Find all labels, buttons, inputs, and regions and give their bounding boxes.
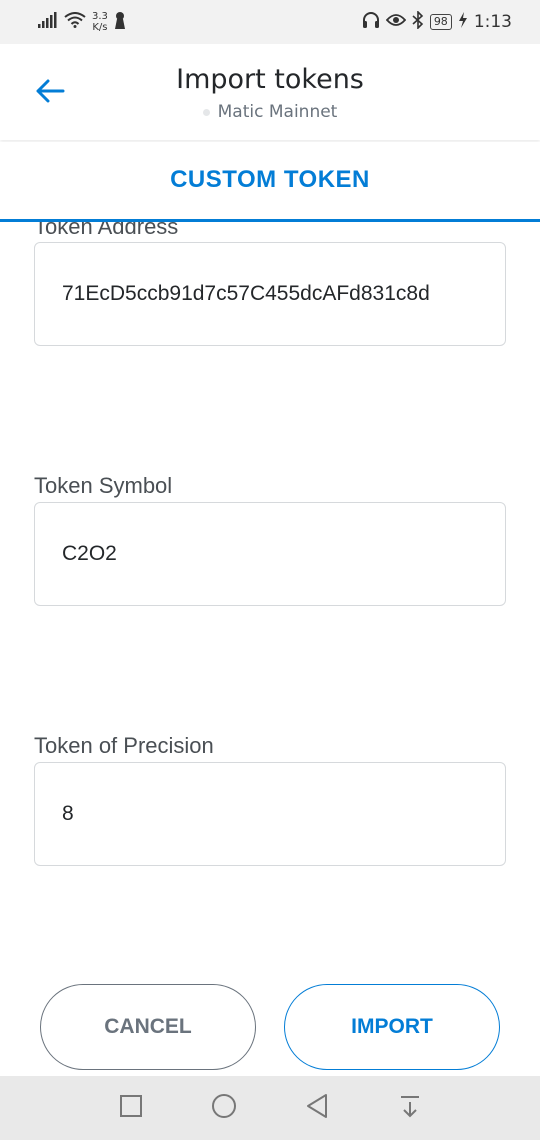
triangle-back-icon: [305, 1093, 329, 1123]
square-icon: [119, 1094, 143, 1122]
cancel-button[interactable]: CANCEL: [40, 984, 256, 1070]
keyhole-icon: [114, 11, 126, 33]
clock: 1:13: [473, 12, 512, 32]
bluetooth-icon: [412, 10, 424, 33]
circle-icon: [211, 1093, 237, 1123]
network-speed: 3.3 K/s: [92, 11, 108, 33]
status-left: 3.3 K/s: [38, 11, 126, 33]
tab-label: CUSTOM TOKEN: [170, 166, 370, 193]
eye-icon: [385, 12, 407, 32]
token-symbol-field[interactable]: C2O2: [34, 502, 506, 606]
back-nav-button[interactable]: [302, 1093, 332, 1123]
network-indicator: Matic Mainnet: [0, 102, 540, 122]
system-nav-bar: [0, 1076, 540, 1140]
page-title: Import tokens: [176, 64, 364, 95]
battery-indicator: 98: [429, 14, 452, 30]
network-status-dot: [202, 108, 210, 116]
token-precision-field[interactable]: 8: [34, 762, 506, 866]
tab-custom-token[interactable]: CUSTOM TOKEN: [0, 142, 540, 222]
pull-down-icon: [399, 1094, 421, 1122]
speed-value: 3.3: [92, 11, 108, 22]
network-name: Matic Mainnet: [217, 102, 338, 122]
token-precision-label: Token of Precision: [34, 733, 214, 758]
headphones-icon: [362, 11, 380, 33]
charging-icon: [458, 12, 468, 32]
token-symbol-label: Token Symbol: [34, 473, 173, 498]
speed-unit: K/s: [92, 22, 108, 33]
signal-icon: [38, 12, 58, 32]
wifi-icon: [64, 12, 86, 32]
recent-apps-button[interactable]: [116, 1093, 146, 1123]
import-form[interactable]: Token Address 71EcD5ccb91d7c57C455dcAFd8…: [0, 222, 540, 977]
app-header: Import tokens Matic Mainnet: [0, 44, 540, 140]
token-address-label: Token Address: [34, 222, 179, 239]
status-bar: 3.3 K/s 98 1:13: [0, 0, 540, 44]
home-button[interactable]: [209, 1093, 239, 1123]
notification-pull-button[interactable]: [395, 1093, 425, 1123]
token-address-field[interactable]: 71EcD5ccb91d7c57C455dcAFd831c8d: [34, 242, 506, 346]
import-button[interactable]: IMPORT: [284, 984, 500, 1070]
status-right: 98 1:13: [362, 10, 512, 33]
